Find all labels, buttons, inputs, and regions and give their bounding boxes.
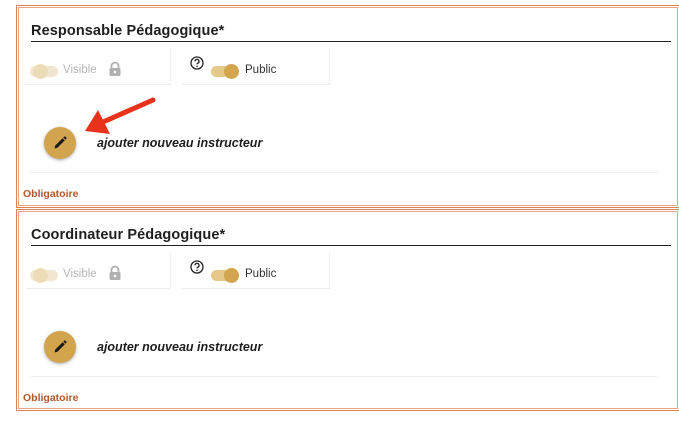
help-circle-icon[interactable] <box>190 56 204 75</box>
title-divider <box>31 41 671 43</box>
pencil-icon <box>54 136 67 149</box>
annotation-arrow-icon <box>85 97 156 134</box>
public-label: Public <box>245 268 277 280</box>
help-circle-icon[interactable] <box>190 260 204 279</box>
section-responsable-pedagogique: Responsable Pédagogique* Visible Public <box>16 5 679 208</box>
edit-instructor-button[interactable] <box>44 127 76 159</box>
section-title: Coordinateur Pédagogique* <box>31 227 226 243</box>
visible-label: Visible <box>63 268 97 280</box>
access-card: Public <box>182 252 330 289</box>
edit-instructor-button[interactable] <box>44 331 76 363</box>
lock-icon <box>108 265 122 286</box>
public-label: Public <box>245 64 277 76</box>
add-instructor-label[interactable]: ajouter nouveau instructeur <box>97 340 262 354</box>
required-label: Obligatoire <box>23 188 79 200</box>
visible-toggle[interactable] <box>30 268 58 283</box>
visibility-card: Visible <box>26 252 171 289</box>
instructor-card: ajouter nouveau instructeur <box>31 303 657 377</box>
section-title: Responsable Pédagogique* <box>31 23 225 39</box>
public-toggle[interactable] <box>211 64 239 79</box>
lock-icon <box>108 61 122 82</box>
public-toggle[interactable] <box>211 268 239 283</box>
section-coordinateur-pedagogique: Coordinateur Pédagogique* Visible Public <box>16 209 679 411</box>
visibility-card: Visible <box>26 48 171 85</box>
required-label: Obligatoire <box>23 392 79 404</box>
visible-toggle[interactable] <box>30 64 58 79</box>
visible-label: Visible <box>63 64 97 76</box>
pencil-icon <box>54 340 67 353</box>
title-divider <box>31 245 671 247</box>
access-card: Public <box>182 48 330 85</box>
